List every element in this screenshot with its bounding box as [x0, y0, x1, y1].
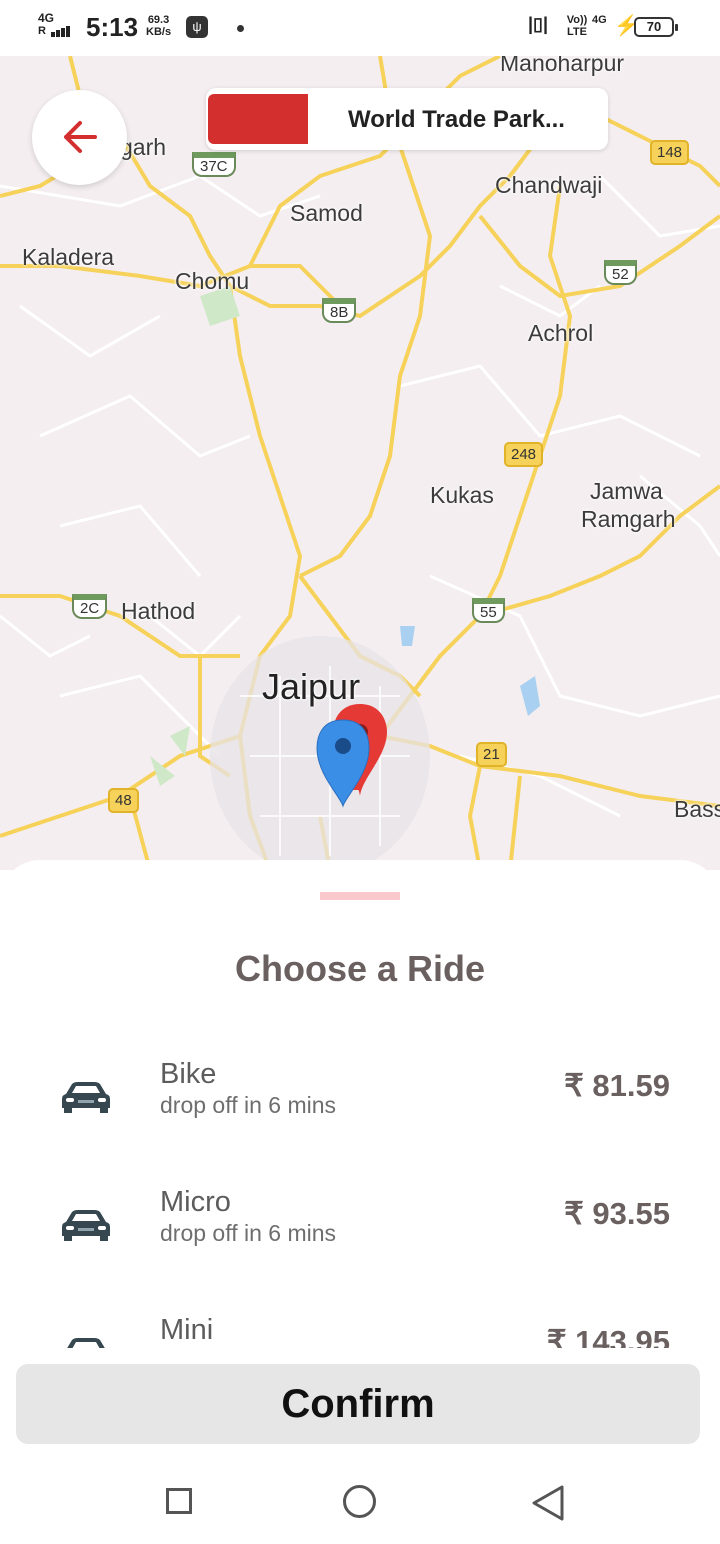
sheet-title: Choose a Ride — [234, 948, 486, 989]
ride-eta: drop off in 6 mins — [160, 1220, 337, 1246]
destination-search-bar[interactable]: World Trade Park... — [206, 88, 608, 150]
road-shield: 52 — [604, 260, 637, 285]
ride-price: ₹ 93.55 — [564, 1196, 670, 1231]
map-label: Hathod — [121, 598, 196, 624]
map-label: Chomu — [175, 268, 250, 294]
data-type-indicator: 4G — [592, 14, 607, 26]
map-label: Ramgarh — [581, 506, 676, 532]
notification-dot-icon — [237, 25, 244, 32]
map-roads — [0, 56, 720, 870]
map-label: Kaladera — [22, 244, 115, 270]
map-label: Bass — [674, 796, 720, 822]
ride-name: Micro — [160, 1186, 231, 1218]
ride-price: ₹ 143.95 — [546, 1324, 670, 1348]
ride-name: Bike — [160, 1058, 217, 1090]
system-nav-bar — [0, 1454, 720, 1544]
back-button[interactable] — [32, 90, 127, 185]
car-icon — [62, 1210, 110, 1241]
destination-tag — [208, 94, 308, 144]
map-label-city: Jaipur — [262, 666, 361, 707]
back-icon[interactable] — [530, 1484, 566, 1522]
ride-eta: drop off in 6 mins — [160, 1092, 337, 1118]
map-label: Kukas — [430, 482, 494, 508]
road-shield: 37C — [192, 152, 236, 177]
usb-debug-icon: ψ — [186, 16, 208, 38]
map-view[interactable]: Manoharpur garh Chandwaji Samod Kaladera… — [0, 56, 720, 870]
ride-option-micro[interactable]: Micro drop off in 6 mins ₹ 93.55 — [0, 1186, 720, 1296]
car-icon — [67, 1338, 105, 1348]
road-shield: 8B — [322, 298, 357, 323]
ride-option-mini[interactable]: Mini ₹ 143.95 — [0, 1314, 720, 1348]
road-shield: 55 — [472, 598, 505, 623]
ride-name: Mini — [160, 1314, 214, 1346]
ride-option-bike[interactable]: Bike drop off in 6 mins ₹ 81.59 — [0, 1058, 720, 1168]
map-label: Samod — [290, 200, 363, 226]
road-shield: 148 — [650, 140, 690, 165]
ride-list[interactable]: Bike drop off in 6 mins ₹ 81.59 Micro dr… — [0, 1000, 720, 1348]
clock: 5:13 — [86, 12, 139, 42]
road-shield: 248 — [504, 442, 544, 467]
road-shield: 2C — [72, 594, 108, 619]
car-icon — [62, 1082, 110, 1113]
map-label: Manoharpur — [500, 56, 625, 76]
network-type: 4G — [38, 11, 55, 25]
map-label: Jamwa — [590, 478, 663, 504]
network-speed: 69.3 KB/s — [146, 14, 171, 38]
ride-price: ₹ 81.59 — [564, 1068, 670, 1103]
arrow-left-icon — [64, 121, 97, 153]
road-shield: 48 — [108, 788, 139, 813]
status-bar: 4G R 5:13 69.3 KB/s ψ |▯| Vo)) LTE 4G ⚡ … — [0, 0, 720, 56]
network-speed-unit: KB/s — [146, 26, 172, 38]
vibrate-icon: |▯| — [528, 14, 548, 34]
network-speed-value: 69.3 — [147, 14, 170, 26]
signal-indicator: 4G R — [38, 12, 71, 37]
sheet-drag-handle[interactable] — [320, 892, 400, 900]
road-shield: 21 — [476, 742, 507, 767]
volte-indicator: Vo)) LTE — [566, 14, 588, 38]
recent-apps-icon[interactable] — [166, 1488, 192, 1514]
map-label: Chandwaji — [495, 172, 603, 198]
signal-bars-icon — [51, 25, 71, 37]
confirm-button[interactable]: Confirm — [16, 1364, 700, 1444]
home-icon[interactable] — [343, 1485, 376, 1518]
destination-text: World Trade Park... — [348, 106, 565, 133]
battery-indicator: 70 — [634, 17, 678, 37]
map-label: Achrol — [528, 320, 594, 346]
